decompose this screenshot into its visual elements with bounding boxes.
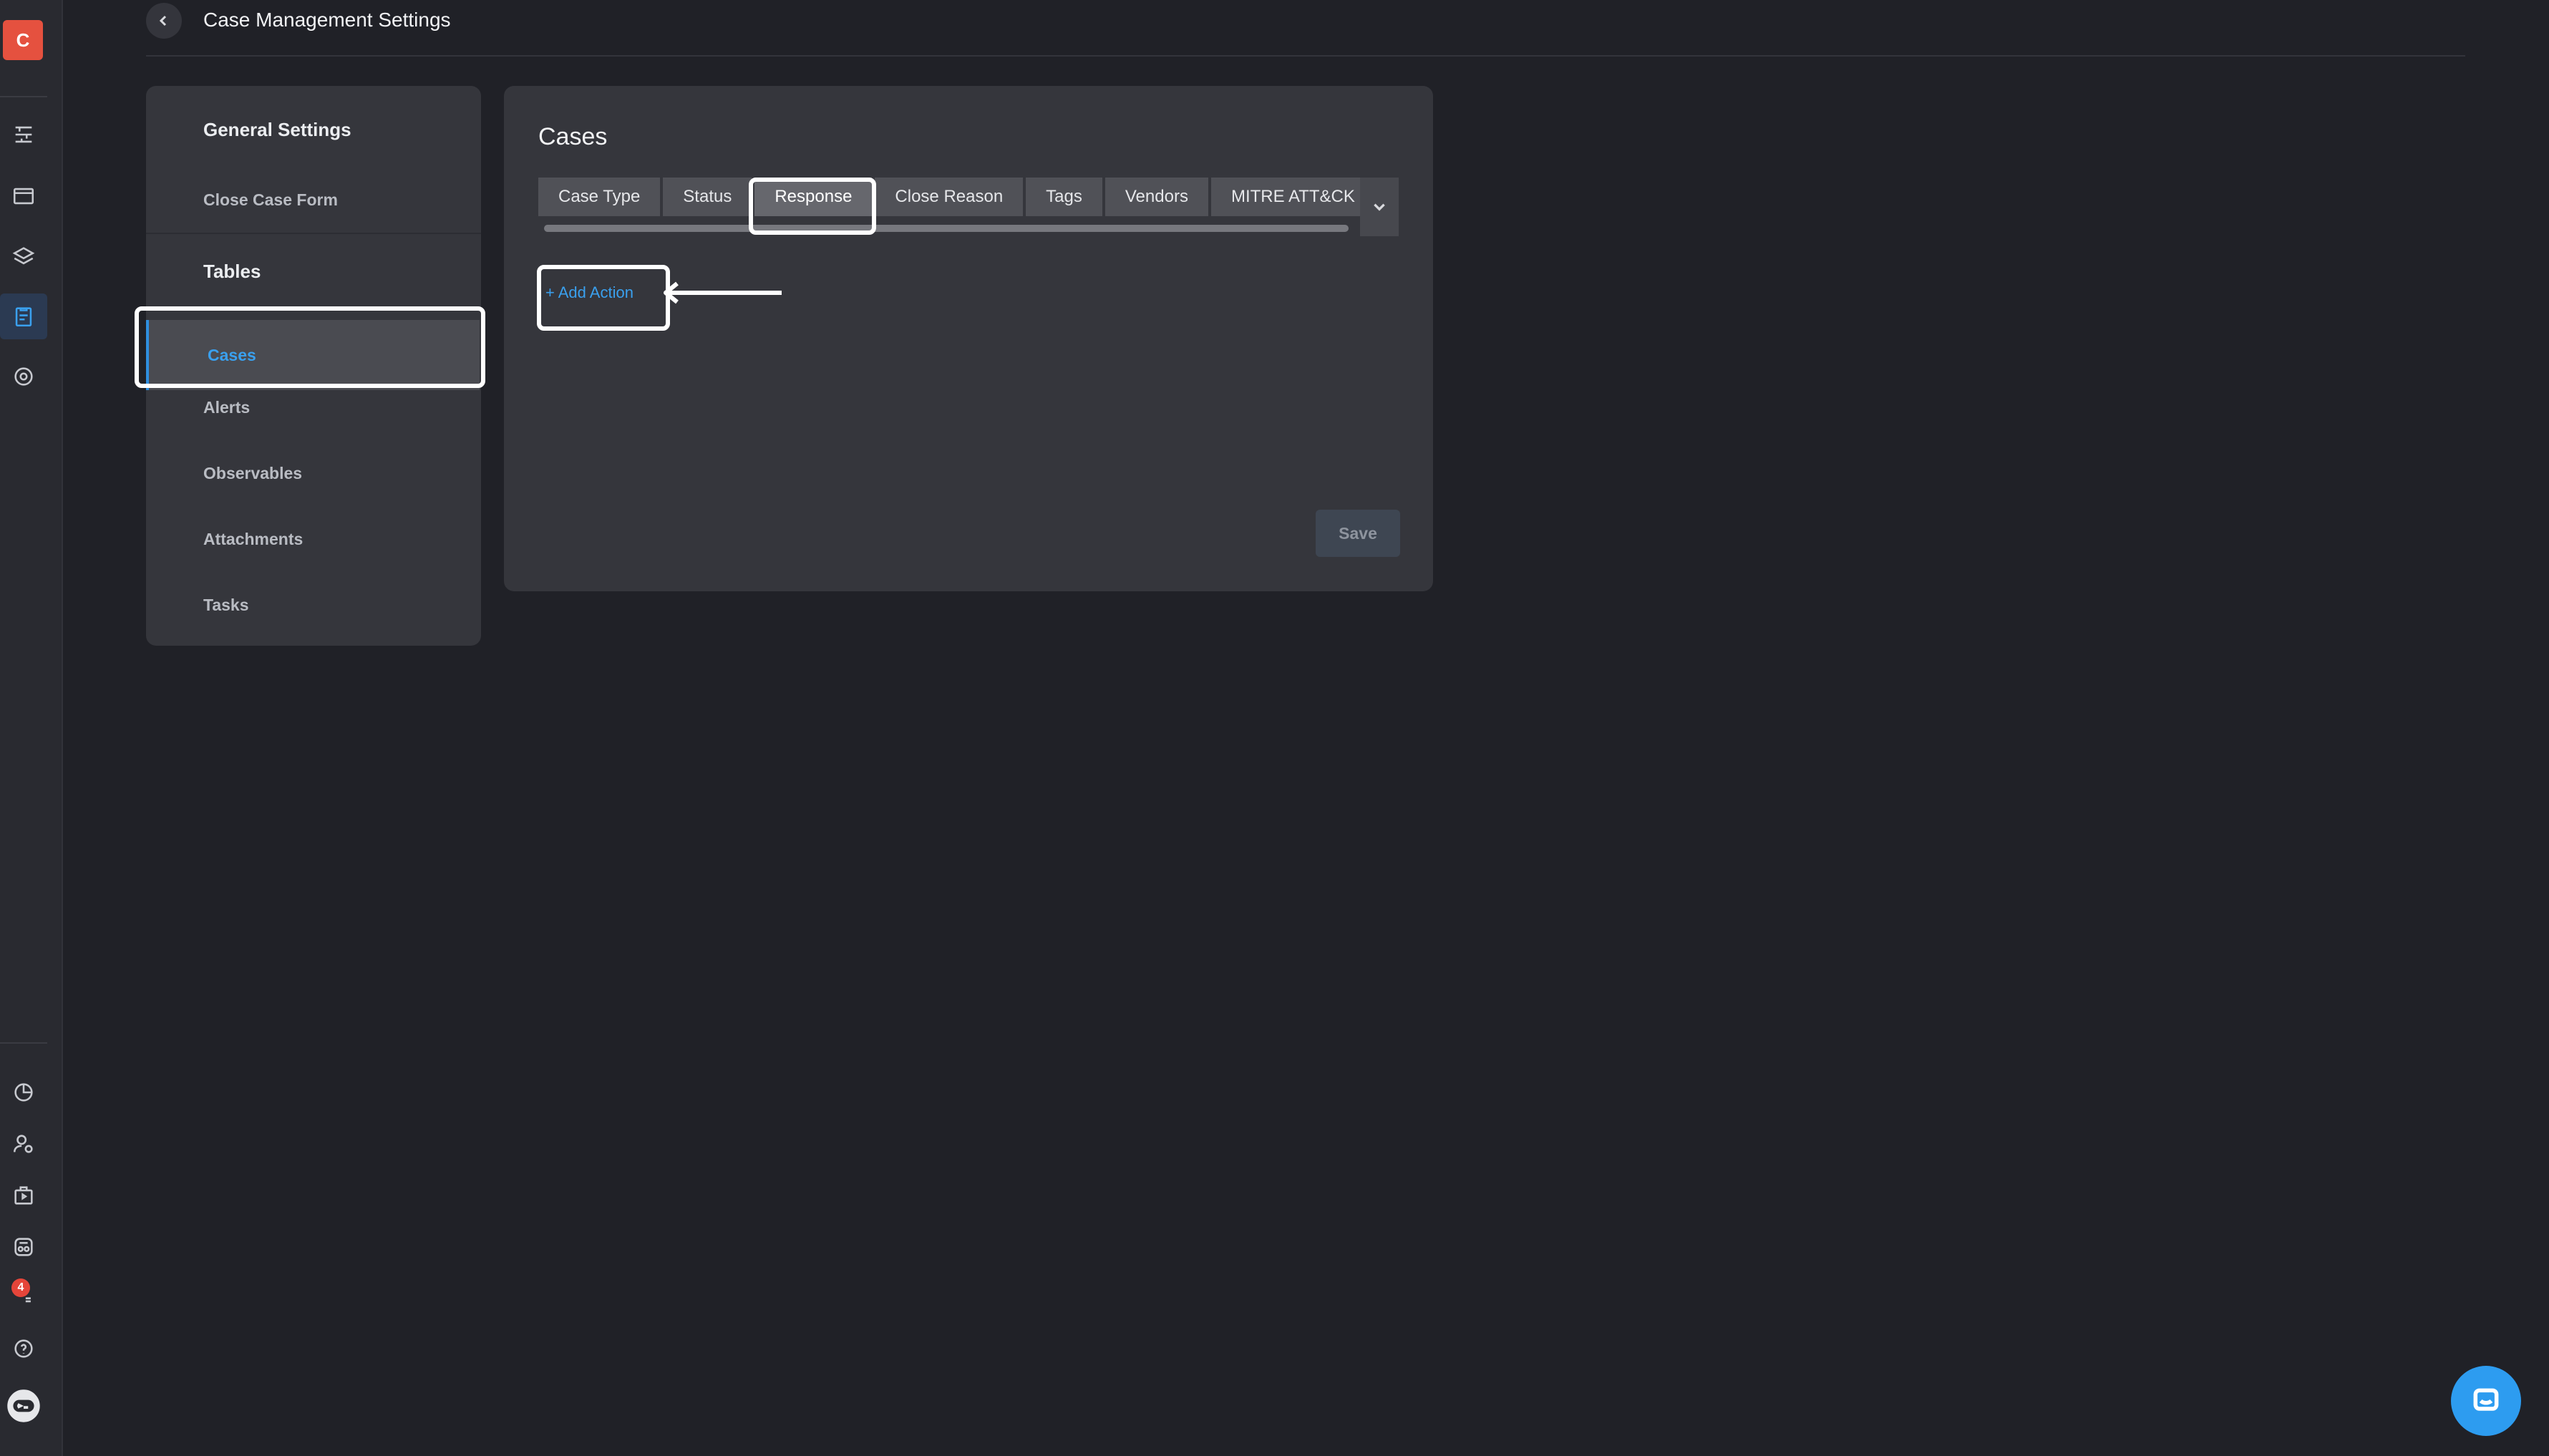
nav-item-observables[interactable]: Observables bbox=[203, 464, 302, 483]
highlight-box-response-tab bbox=[749, 178, 876, 235]
settings-gear-icon[interactable] bbox=[0, 354, 47, 399]
nav-section-tables: Tables bbox=[203, 261, 261, 282]
tab-status[interactable]: Status bbox=[663, 178, 752, 216]
left-rail: C 4 bbox=[0, 0, 63, 1456]
window-icon[interactable] bbox=[0, 173, 47, 219]
tab-mitre-attack[interactable]: MITRE ATT&CK bbox=[1210, 178, 1375, 216]
nav-item-tasks[interactable]: Tasks bbox=[203, 596, 249, 615]
tab-scrollbar[interactable] bbox=[544, 225, 1349, 232]
brand-letter: C bbox=[16, 29, 30, 51]
nav-divider bbox=[146, 233, 481, 234]
pipeline-icon[interactable] bbox=[0, 112, 47, 157]
brand-logo[interactable]: C bbox=[3, 20, 43, 60]
clipboard-icon[interactable] bbox=[0, 293, 47, 339]
help-icon[interactable] bbox=[0, 1326, 47, 1372]
chat-launcher-button[interactable] bbox=[2451, 1366, 2521, 1436]
notification-badge: 4 bbox=[11, 1278, 30, 1297]
chevron-left-icon bbox=[159, 15, 167, 26]
rail-divider bbox=[0, 96, 47, 97]
highlight-box-add-action bbox=[537, 265, 670, 331]
tab-tags[interactable]: Tags bbox=[1026, 178, 1102, 216]
user-settings-icon[interactable] bbox=[0, 1121, 47, 1167]
nav-section-general-settings[interactable]: General Settings bbox=[203, 119, 351, 141]
header-divider bbox=[146, 55, 2465, 57]
nav-item-attachments[interactable]: Attachments bbox=[203, 530, 303, 549]
briefcase-icon[interactable] bbox=[0, 1173, 47, 1218]
layers-icon[interactable] bbox=[0, 233, 47, 279]
chevron-down-icon bbox=[1374, 203, 1385, 211]
save-button[interactable]: Save bbox=[1316, 510, 1400, 557]
nav-item-close-case-form[interactable]: Close Case Form bbox=[203, 190, 338, 210]
tab-close-reason[interactable]: Close Reason bbox=[875, 178, 1024, 216]
cases-panel: Cases Case Type Status Response Close Re… bbox=[504, 86, 1433, 591]
pie-chart-icon[interactable] bbox=[0, 1069, 47, 1115]
tab-bar: Case Type Status Response Close Reason T… bbox=[538, 178, 1378, 216]
tab-vendors[interactable]: Vendors bbox=[1104, 178, 1208, 216]
back-button[interactable] bbox=[146, 3, 182, 39]
chat-icon bbox=[2473, 1388, 2499, 1411]
agent-icon[interactable] bbox=[0, 1224, 47, 1270]
tab-overflow-button[interactable] bbox=[1360, 178, 1399, 236]
pointer-arrow bbox=[664, 281, 782, 304]
highlight-box-cases bbox=[135, 306, 485, 388]
panel-title: Cases bbox=[538, 123, 608, 150]
nav-item-alerts[interactable]: Alerts bbox=[203, 398, 250, 417]
bot-icon[interactable] bbox=[0, 1383, 47, 1429]
rail-divider bbox=[0, 1042, 47, 1044]
tab-case-type[interactable]: Case Type bbox=[538, 178, 661, 216]
page-title: Case Management Settings bbox=[203, 9, 451, 31]
